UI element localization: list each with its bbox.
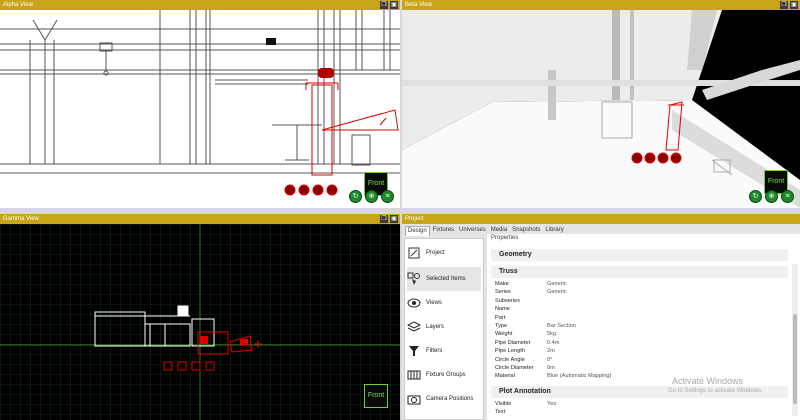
beta-view-title: Beta View xyxy=(405,2,432,8)
selected-items-icon xyxy=(407,272,421,286)
layers-icon xyxy=(407,320,421,334)
property-row[interactable]: Type Bar Section xyxy=(491,322,788,330)
beta-view-title-bar: Beta View ❐ ▣ xyxy=(402,0,800,10)
sidebar-item-label: Filters xyxy=(426,348,443,354)
sidebar-item-label: Fixture Groups xyxy=(426,372,466,378)
gamma-scene xyxy=(0,224,400,420)
property-row[interactable]: Make Generic xyxy=(491,280,788,288)
gamma-view-title-bar: Gamma View ❐ ▣ xyxy=(0,214,400,224)
menu-icon[interactable]: ≡ xyxy=(781,190,794,203)
gamma-view-pane[interactable]: Gamma View ❐ ▣ Front xyxy=(0,214,400,420)
property-row[interactable]: Name xyxy=(491,305,788,313)
camera-icon xyxy=(407,392,421,406)
sidebar-item-label: Layers xyxy=(426,324,445,330)
beta-viewport[interactable]: Front ↻ ⊕ ≡ xyxy=(402,10,800,208)
property-row[interactable]: Visible Yes xyxy=(491,400,788,408)
design-sidebar: Project Selected Items Views Layers Filt… xyxy=(404,238,484,420)
tab-design[interactable]: Design xyxy=(405,226,430,236)
restore-icon[interactable]: ❐ xyxy=(780,1,788,9)
project-icon xyxy=(407,246,421,260)
property-row[interactable]: Series Generic xyxy=(491,288,788,296)
activation-watermark-title: Activate Windows xyxy=(672,376,744,386)
property-row[interactable]: Circle Diameter 0m xyxy=(491,364,788,372)
sidebar-item-label: Camera Positions xyxy=(426,396,474,402)
sidebar-item-project[interactable]: Project xyxy=(407,241,481,265)
gamma-front-button[interactable]: Front xyxy=(364,384,388,408)
property-row[interactable]: Part xyxy=(491,314,788,322)
alpha-scene xyxy=(0,10,400,196)
properties-scrollbar[interactable] xyxy=(792,264,798,416)
scrollbar-thumb[interactable] xyxy=(793,314,797,404)
sidebar-item-label: Views xyxy=(426,300,442,306)
property-row[interactable]: Weight 5kg xyxy=(491,330,788,338)
zoom-icon[interactable]: ⊕ xyxy=(365,190,378,203)
alpha-viewport[interactable]: Front ↻ ⊕ ≡ xyxy=(0,10,400,208)
properties-label: Properties xyxy=(491,235,519,241)
tab-universes[interactable]: Universes xyxy=(457,226,488,235)
alpha-view-title-bar: Alpha View ❐ ▣ xyxy=(0,0,400,10)
beta-scene xyxy=(402,10,800,208)
camera-icon xyxy=(266,38,276,45)
gamma-view-title: Gamma View xyxy=(3,216,39,222)
rotate-icon[interactable]: ↻ xyxy=(349,190,362,203)
property-row[interactable]: Subseries xyxy=(491,297,788,305)
menu-icon[interactable]: ≡ xyxy=(381,190,394,203)
maximize-icon[interactable]: ▣ xyxy=(790,1,798,9)
filter-icon xyxy=(407,344,421,358)
rotate-icon[interactable]: ↻ xyxy=(749,190,762,203)
maximize-icon[interactable]: ▣ xyxy=(390,215,398,223)
tab-fixtures[interactable]: Fixtures xyxy=(431,226,456,235)
sidebar-item-layers[interactable]: Layers xyxy=(407,315,481,339)
sidebar-item-label: Selected Items xyxy=(426,276,466,282)
property-row[interactable]: Circle Angle 0° xyxy=(491,356,788,364)
project-title: Project xyxy=(405,216,424,222)
alpha-view-pane[interactable]: Alpha View ❐ ▣ Front ↻ ⊕ ≡ xyxy=(0,0,400,208)
gamma-viewport[interactable]: Front xyxy=(0,224,400,420)
alpha-view-title: Alpha View xyxy=(3,2,33,8)
sidebar-item-fixture-groups[interactable]: Fixture Groups xyxy=(407,363,481,387)
maximize-icon[interactable]: ▣ xyxy=(390,1,398,9)
property-row[interactable]: Pipe Diameter 0.4m xyxy=(491,339,788,347)
restore-icon[interactable]: ❐ xyxy=(380,215,388,223)
section-truss[interactable]: Truss xyxy=(491,266,788,278)
section-geometry[interactable]: Geometry xyxy=(491,249,788,261)
sidebar-item-filters[interactable]: Filters xyxy=(407,339,481,363)
sidebar-item-selected-items[interactable]: Selected Items xyxy=(407,267,481,291)
fixture-groups-icon xyxy=(407,368,421,382)
sidebar-item-camera-positions[interactable]: Camera Positions xyxy=(407,387,481,411)
beta-view-pane[interactable]: Beta View ❐ ▣ Front ↻ ⊕ ≡ xyxy=(402,0,800,208)
property-row[interactable]: Material Blue (Automatic Mapping) xyxy=(491,372,788,380)
restore-icon[interactable]: ❐ xyxy=(380,1,388,9)
activation-watermark-subtitle: Go to Settings to activate Windows. xyxy=(668,388,763,394)
eye-icon xyxy=(407,296,421,310)
sidebar-item-label: Project xyxy=(426,250,445,256)
property-row[interactable]: Text xyxy=(491,408,788,416)
project-title-bar: Project xyxy=(402,214,800,224)
property-row[interactable]: Pipe Length 2m xyxy=(491,347,788,355)
sidebar-item-views[interactable]: Views xyxy=(407,291,481,315)
zoom-icon[interactable]: ⊕ xyxy=(765,190,778,203)
